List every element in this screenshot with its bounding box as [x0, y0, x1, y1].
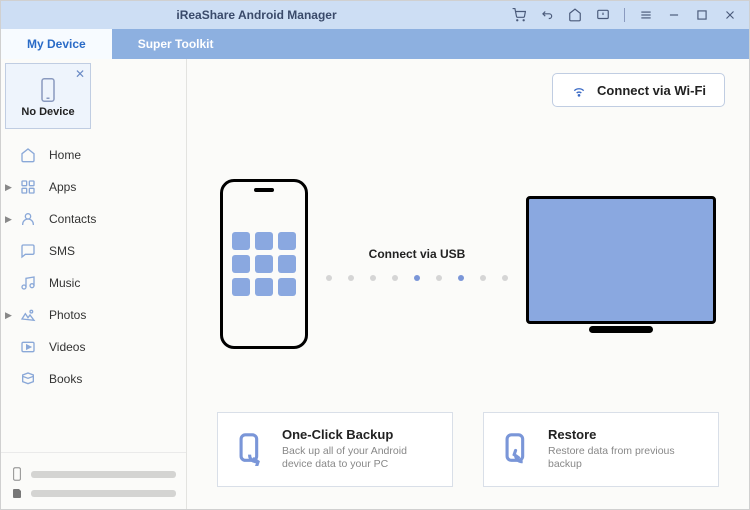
storage-panel	[1, 452, 186, 509]
close-device-icon[interactable]: ✕	[75, 67, 85, 81]
connection-dots	[326, 275, 508, 281]
connection-indicator: Connect via USB	[326, 247, 508, 281]
phone-illustration	[220, 179, 308, 349]
wifi-icon	[571, 82, 587, 98]
books-icon	[19, 370, 37, 388]
sidebar-item-label: Apps	[49, 180, 76, 194]
backup-subtitle: Back up all of your Android device data …	[282, 445, 436, 472]
home-icon[interactable]	[568, 8, 582, 22]
sidebar-item-home[interactable]: Home	[1, 139, 186, 171]
contacts-icon	[19, 210, 37, 228]
monitor-illustration	[526, 196, 716, 333]
restore-subtitle: Restore data from previous backup	[548, 445, 702, 472]
sidebar-list: Home ▶ Apps ▶ Contacts SMS Music ▶ Photos Videos B…	[1, 129, 186, 452]
backup-icon	[234, 432, 268, 466]
action-cards: One-Click Backup Back up all of your And…	[211, 412, 725, 491]
storage-bar	[31, 490, 176, 497]
sidebar-item-label: Books	[49, 372, 82, 386]
separator	[624, 8, 625, 22]
device-label: No Device	[21, 106, 74, 118]
videos-icon	[19, 338, 37, 356]
sidebar-item-label: Contacts	[49, 212, 96, 226]
maximize-icon[interactable]	[695, 8, 709, 22]
phone-icon	[39, 77, 57, 103]
feedback-icon[interactable]	[596, 8, 610, 22]
tab-super-toolkit[interactable]: Super Toolkit	[112, 29, 240, 59]
sidebar-item-apps[interactable]: ▶ Apps	[1, 171, 186, 203]
chevron-right-icon: ▶	[5, 310, 12, 321]
home-icon	[19, 146, 37, 164]
sd-storage-icon	[11, 487, 23, 499]
sidebar-item-books[interactable]: Books	[1, 363, 186, 395]
device-slot[interactable]: ✕ No Device	[5, 63, 91, 129]
connect-wifi-button[interactable]: Connect via Wi-Fi	[552, 73, 725, 107]
sidebar-item-label: Music	[49, 276, 80, 290]
sms-icon	[19, 242, 37, 260]
tabbar: My Device Super Toolkit	[1, 29, 749, 59]
apps-icon	[19, 178, 37, 196]
chevron-right-icon: ▶	[5, 214, 12, 225]
sidebar-item-label: Home	[49, 148, 81, 162]
window-controls	[512, 8, 749, 22]
sidebar-item-photos[interactable]: ▶ Photos	[1, 299, 186, 331]
music-icon	[19, 274, 37, 292]
sidebar-item-label: Photos	[49, 308, 86, 322]
backup-title: One-Click Backup	[282, 427, 436, 442]
tab-my-device[interactable]: My Device	[1, 29, 112, 59]
menu-icon[interactable]	[639, 8, 653, 22]
sidebar-item-sms[interactable]: SMS	[1, 235, 186, 267]
titlebar: iReaShare Android Manager	[1, 1, 749, 29]
storage-internal	[11, 467, 176, 481]
app-grid-icon	[232, 232, 296, 296]
illustration: Connect via USB	[211, 117, 725, 412]
sidebar-item-music[interactable]: Music	[1, 267, 186, 299]
phone-storage-icon	[11, 467, 23, 481]
app-title: iReaShare Android Manager	[1, 8, 512, 22]
storage-bar	[31, 471, 176, 478]
sidebar: ✕ No Device Home ▶ Apps ▶ Contacts SMS Music ▶ P…	[1, 59, 187, 509]
cart-icon[interactable]	[512, 8, 526, 22]
chevron-right-icon: ▶	[5, 182, 12, 193]
content-area: Connect via Wi-Fi Connect via USB	[187, 59, 749, 509]
wifi-button-label: Connect via Wi-Fi	[597, 83, 706, 98]
restore-icon	[500, 432, 534, 466]
sidebar-item-contacts[interactable]: ▶ Contacts	[1, 203, 186, 235]
restore-card[interactable]: Restore Restore data from previous backu…	[483, 412, 719, 487]
connect-label: Connect via USB	[369, 247, 466, 261]
backup-card[interactable]: One-Click Backup Back up all of your And…	[217, 412, 453, 487]
minimize-icon[interactable]	[667, 8, 681, 22]
close-icon[interactable]	[723, 8, 737, 22]
sidebar-item-videos[interactable]: Videos	[1, 331, 186, 363]
restore-title: Restore	[548, 427, 702, 442]
storage-sd	[11, 487, 176, 499]
sidebar-item-label: Videos	[49, 340, 85, 354]
photos-icon	[19, 306, 37, 324]
sidebar-item-label: SMS	[49, 244, 75, 258]
back-icon[interactable]	[540, 8, 554, 22]
